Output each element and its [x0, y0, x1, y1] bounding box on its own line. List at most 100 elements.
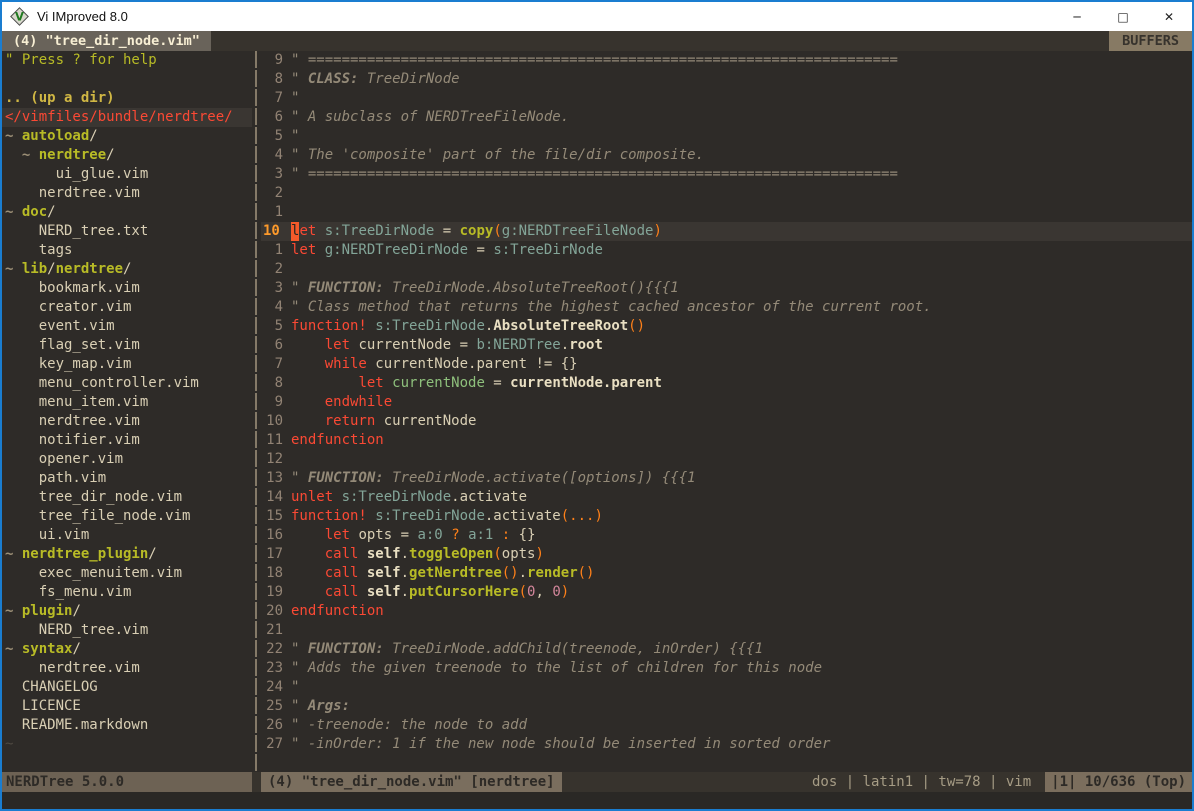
tree-item[interactable]: ~ — [5, 735, 252, 754]
maximize-button[interactable]: □ — [1100, 2, 1146, 31]
vim-icon[interactable]: V — [10, 7, 29, 26]
tree-item[interactable]: " Press ? for help — [5, 51, 252, 70]
tree-item[interactable]: ~ doc/ — [5, 203, 252, 222]
code-line[interactable]: 21 — [263, 621, 1192, 640]
code-token: ( — [493, 545, 501, 564]
code-token: opts = — [358, 526, 417, 545]
tree-item[interactable]: ~ nerdtree/ — [5, 146, 252, 165]
code-line[interactable]: 7 while currentNode.parent != {} — [263, 355, 1192, 374]
tree-token: / — [148, 545, 156, 564]
tree-item[interactable]: tree_dir_node.vim — [5, 488, 252, 507]
tree-token: NERD_tree.txt — [5, 222, 148, 241]
tree-item[interactable]: </vimfiles/bundle/nerdtree/ — [2, 108, 252, 127]
code-line[interactable]: 3" =====================================… — [263, 165, 1192, 184]
tree-item[interactable]: notifier.vim — [5, 431, 252, 450]
code-token: ) — [653, 222, 661, 241]
tree-item[interactable]: ~ plugin/ — [5, 602, 252, 621]
tree-token: ~ — [5, 260, 22, 279]
tree-item[interactable]: NERD_tree.txt — [5, 222, 252, 241]
code-line[interactable]: 19 call self.putCursorHere(0, 0) — [263, 583, 1192, 602]
tree-token: bookmark.vim — [5, 279, 140, 298]
tree-item[interactable]: ~ autoload/ — [5, 127, 252, 146]
tree-item[interactable]: bookmark.vim — [5, 279, 252, 298]
tree-item[interactable]: ~ syntax/ — [5, 640, 252, 659]
code-token — [460, 526, 468, 545]
code-line[interactable]: 6 let currentNode = b:NERDTree.root — [263, 336, 1192, 355]
code-line[interactable]: 6" A subclass of NERDTreeFileNode. — [263, 108, 1192, 127]
code-line[interactable]: 27" -inOrder: 1 if the new node should b… — [263, 735, 1192, 754]
tree-item[interactable]: opener.vim — [5, 450, 252, 469]
code-line[interactable]: 9" =====================================… — [263, 51, 1192, 70]
nerdtree-status: NERDTree 5.0.0 — [2, 772, 252, 792]
tree-item[interactable]: fs_menu.vim — [5, 583, 252, 602]
code-line[interactable]: 5function! s:TreeDirNode.AbsoluteTreeRoo… — [263, 317, 1192, 336]
code-line[interactable]: 5" — [263, 127, 1192, 146]
code-line[interactable]: 12 — [263, 450, 1192, 469]
tree-token: ui_glue.vim — [5, 165, 148, 184]
code-line[interactable]: 11endfunction — [263, 431, 1192, 450]
code-line[interactable]: 8 let currentNode = currentNode.parent — [263, 374, 1192, 393]
code-line[interactable]: 23" Adds the given treenode to the list … — [263, 659, 1192, 678]
code-line[interactable]: 20endfunction — [263, 602, 1192, 621]
editor-panel: 9" =====================================… — [261, 51, 1192, 772]
code-line[interactable]: 22" FUNCTION: TreeDirNode.addChild(treen… — [263, 640, 1192, 659]
tree-item[interactable]: creator.vim — [5, 298, 252, 317]
tree-item[interactable] — [5, 70, 252, 89]
code-line[interactable]: 10let s:TreeDirNode = copy(g:NERDTreeFil… — [261, 222, 1192, 241]
code-line[interactable]: 16 let opts = a:0 ? a:1 : {} — [263, 526, 1192, 545]
tree-item[interactable]: ui_glue.vim — [5, 165, 252, 184]
code-line[interactable]: 15function! s:TreeDirNode.activate(...) — [263, 507, 1192, 526]
line-number: 27 — [263, 735, 283, 754]
code-line[interactable]: 10 return currentNode — [263, 412, 1192, 431]
tree-item[interactable]: path.vim — [5, 469, 252, 488]
tree-item[interactable]: menu_item.vim — [5, 393, 252, 412]
code-token: function! — [291, 317, 367, 336]
tree-item[interactable]: exec_menuitem.vim — [5, 564, 252, 583]
code-line[interactable]: 8" CLASS: TreeDirNode — [263, 70, 1192, 89]
code-token: while — [325, 355, 376, 374]
code-line[interactable]: 4" The 'composite' part of the file/dir … — [263, 146, 1192, 165]
code-line[interactable]: 26" -treenode: the node to add — [263, 716, 1192, 735]
tree-item[interactable]: ~ nerdtree_plugin/ — [5, 545, 252, 564]
tree-item[interactable]: tree_file_node.vim — [5, 507, 252, 526]
tree-item[interactable]: README.markdown — [5, 716, 252, 735]
tree-item[interactable]: menu_controller.vim — [5, 374, 252, 393]
tree-item[interactable]: ~ lib/nerdtree/ — [5, 260, 252, 279]
close-button[interactable]: ✕ — [1146, 2, 1192, 31]
tree-item[interactable]: key_map.vim — [5, 355, 252, 374]
code-token: call — [325, 564, 367, 583]
code-line[interactable]: 1 — [263, 203, 1192, 222]
tree-item[interactable]: ui.vim — [5, 526, 252, 545]
tree-item[interactable]: CHANGELOG — [5, 678, 252, 697]
tree-item[interactable]: .. (up a dir) — [5, 89, 252, 108]
code-line[interactable]: 2 — [263, 260, 1192, 279]
code-token: let — [325, 336, 359, 355]
code-token: self — [367, 583, 401, 602]
code-token: TreeDirNode — [358, 70, 459, 89]
code-line[interactable]: 2 — [263, 184, 1192, 203]
code-line[interactable]: 4" Class method that returns the highest… — [263, 298, 1192, 317]
tree-item[interactable]: nerdtree.vim — [5, 184, 252, 203]
code-line[interactable]: 7" — [263, 89, 1192, 108]
code-line[interactable]: 18 call self.getNerdtree().render() — [263, 564, 1192, 583]
tree-item[interactable]: tags — [5, 241, 252, 260]
tree-item[interactable]: NERD_tree.vim — [5, 621, 252, 640]
code-line[interactable]: 24" — [263, 678, 1192, 697]
tree-item[interactable]: LICENCE — [5, 697, 252, 716]
minimize-button[interactable]: ─ — [1054, 2, 1100, 31]
tree-item[interactable]: flag_set.vim — [5, 336, 252, 355]
code-line[interactable]: 13" FUNCTION: TreeDirNode.activate([opti… — [263, 469, 1192, 488]
code-token: let — [325, 526, 359, 545]
window-separator[interactable] — [252, 51, 261, 772]
code-line[interactable]: 3" FUNCTION: TreeDirNode.AbsoluteTreeRoo… — [263, 279, 1192, 298]
code-line[interactable]: 14unlet s:TreeDirNode.activate — [263, 488, 1192, 507]
code-line[interactable]: 9 endwhile — [263, 393, 1192, 412]
code-token: : — [502, 526, 510, 545]
tab-tree-dir-node[interactable]: (4) "tree_dir_node.vim" — [2, 31, 211, 51]
code-line[interactable]: 17 call self.toggleOpen(opts) — [263, 545, 1192, 564]
tree-item[interactable]: nerdtree.vim — [5, 412, 252, 431]
tree-item[interactable]: nerdtree.vim — [5, 659, 252, 678]
code-line[interactable]: 25" Args: — [263, 697, 1192, 716]
tree-item[interactable]: event.vim — [5, 317, 252, 336]
code-line[interactable]: 1let g:NERDTreeDirNode = s:TreeDirNode — [263, 241, 1192, 260]
